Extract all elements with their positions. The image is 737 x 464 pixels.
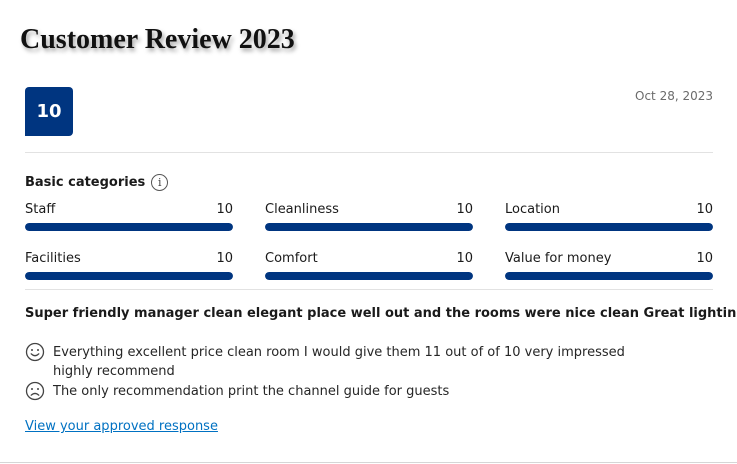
category-score: 10 xyxy=(696,250,713,266)
review-positive-text: Everything excellent price clean room I … xyxy=(53,345,625,379)
category-bar-fill xyxy=(25,223,233,231)
category-label: Value for money xyxy=(505,250,612,266)
category-cleanliness: Cleanliness 10 xyxy=(265,199,473,248)
review-score-badge: 10 xyxy=(25,87,73,136)
categories-heading: Basic categories i xyxy=(25,172,169,192)
category-bar-fill xyxy=(505,272,713,280)
divider xyxy=(25,289,713,290)
frown-face-icon xyxy=(25,381,45,401)
review-positive: Everything excellent price clean room I … xyxy=(25,342,665,381)
category-bar xyxy=(25,272,233,280)
category-bar xyxy=(505,272,713,280)
category-label: Comfort xyxy=(265,250,318,266)
page-title: Customer Review 2023 xyxy=(20,24,295,55)
smile-face-icon xyxy=(25,342,45,362)
category-bar xyxy=(265,223,473,231)
categories-heading-label: Basic categories xyxy=(25,174,146,190)
category-score: 10 xyxy=(216,250,233,266)
category-bar xyxy=(25,223,233,231)
review-negative-text: The only recommendation print the channe… xyxy=(53,384,450,399)
category-location: Location 10 xyxy=(505,199,713,248)
category-bar-fill xyxy=(265,223,473,231)
divider xyxy=(0,462,737,463)
category-score-grid: Staff 10 Cleanliness 10 Location 10 Facilit… xyxy=(25,199,713,297)
review-date: Oct 28, 2023 xyxy=(635,89,713,103)
category-staff: Staff 10 xyxy=(25,199,233,248)
category-score: 10 xyxy=(456,250,473,266)
review-negative: The only recommendation print the channe… xyxy=(25,381,665,401)
category-label: Cleanliness xyxy=(265,201,339,217)
category-bar-fill xyxy=(505,223,713,231)
category-bar-fill xyxy=(25,272,233,280)
category-score: 10 xyxy=(696,201,713,217)
divider xyxy=(25,152,713,153)
category-bar-fill xyxy=(265,272,473,280)
category-score: 10 xyxy=(456,201,473,217)
review-headline: Super friendly manager clean elegant pla… xyxy=(25,306,737,321)
category-label: Facilities xyxy=(25,250,81,266)
category-label: Staff xyxy=(25,201,56,217)
category-bar xyxy=(265,272,473,280)
category-bar xyxy=(505,223,713,231)
category-label: Location xyxy=(505,201,560,217)
view-approved-response-link[interactable]: View your approved response xyxy=(25,419,218,434)
category-row: Staff 10 Cleanliness 10 Location 10 xyxy=(25,199,713,248)
info-icon[interactable]: i xyxy=(151,173,169,191)
category-score: 10 xyxy=(216,201,233,217)
